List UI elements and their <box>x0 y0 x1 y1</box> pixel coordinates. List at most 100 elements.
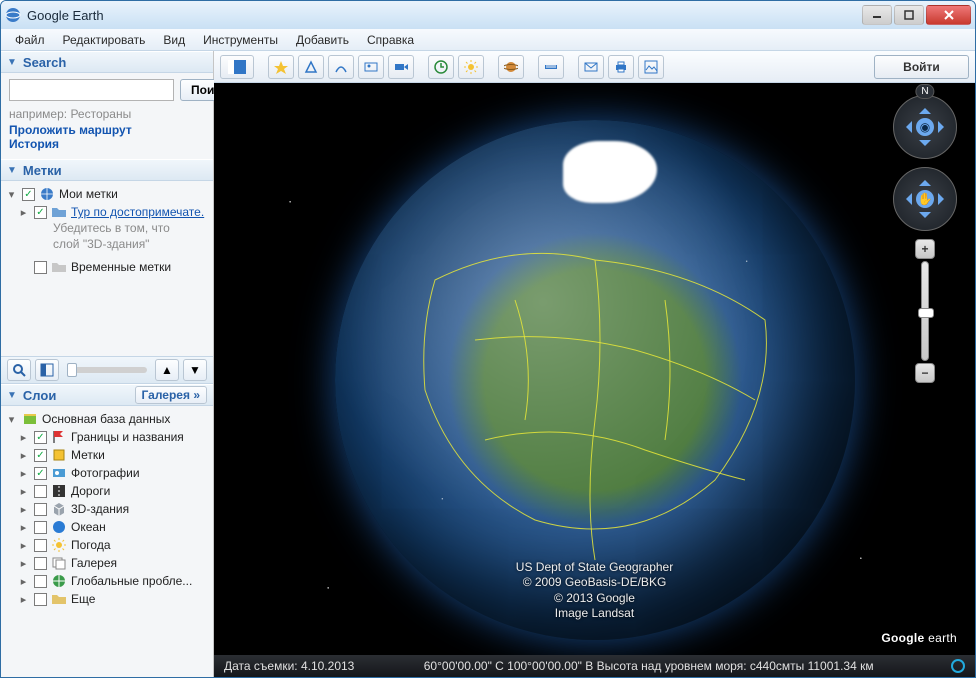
list-item[interactable]: ▸Глобальные пробле... <box>17 572 209 590</box>
checkbox[interactable] <box>34 449 47 462</box>
expand-icon[interactable]: ▸ <box>17 575 30 588</box>
pan-right[interactable] <box>938 193 950 205</box>
down-button[interactable]: ▼ <box>183 359 207 381</box>
checkbox[interactable] <box>34 575 47 588</box>
expand-icon[interactable]: ▸ <box>17 539 30 552</box>
list-item[interactable]: ▾ Основная база данных <box>5 410 209 428</box>
expand-icon[interactable]: ▸ <box>17 521 30 534</box>
expand-icon[interactable]: ▾ <box>5 188 18 201</box>
image-overlay-button[interactable] <box>358 55 384 79</box>
checkbox[interactable] <box>34 557 47 570</box>
look-left[interactable] <box>900 121 912 133</box>
checkbox[interactable] <box>22 188 35 201</box>
pan-up[interactable] <box>919 174 931 186</box>
menu-view[interactable]: Вид <box>155 31 193 49</box>
expand-icon[interactable]: ▸ <box>17 503 30 516</box>
sidebar-toggle-button[interactable] <box>220 55 254 79</box>
directions-link[interactable]: Проложить маршрут <box>9 123 132 137</box>
zoom-slider[interactable] <box>921 261 929 361</box>
places-panel-header[interactable]: ▼ Метки <box>1 159 213 181</box>
list-item[interactable]: ▸Еще <box>17 590 209 608</box>
maximize-button[interactable] <box>894 5 924 25</box>
look-right[interactable] <box>938 121 950 133</box>
list-item[interactable]: ▸Фотографии <box>17 464 209 482</box>
checkbox[interactable] <box>34 206 47 219</box>
search-input[interactable] <box>9 79 174 101</box>
map-canvas[interactable]: US Dept of State Geographer © 2009 GeoBa… <box>214 83 975 677</box>
zoom-out-button[interactable]: − <box>915 363 935 383</box>
history-button[interactable] <box>428 55 454 79</box>
record-tour-button[interactable] <box>388 55 414 79</box>
list-item[interactable]: ▸Галерея <box>17 554 209 572</box>
checkbox[interactable] <box>34 261 47 274</box>
expand-icon[interactable]: ▾ <box>5 413 18 426</box>
close-button[interactable] <box>926 5 971 25</box>
email-button[interactable] <box>578 55 604 79</box>
road-icon <box>51 483 67 499</box>
expand-icon[interactable]: ▸ <box>17 467 30 480</box>
list-item[interactable]: ▸Дороги <box>17 482 209 500</box>
checkbox[interactable] <box>34 467 47 480</box>
minimize-button[interactable] <box>862 5 892 25</box>
pan-down[interactable] <box>919 212 931 224</box>
list-item[interactable]: ▾ Мои метки <box>5 185 209 203</box>
look-compass[interactable]: N ◉ <box>893 95 957 159</box>
search-panel-header[interactable]: ▼ Search <box>1 51 213 73</box>
menu-help[interactable]: Справка <box>359 31 422 49</box>
gallery-icon <box>51 555 67 571</box>
menu-edit[interactable]: Редактировать <box>55 31 154 49</box>
checkbox[interactable] <box>34 539 47 552</box>
list-item[interactable]: ▸Границы и названия <box>17 428 209 446</box>
up-button[interactable]: ▲ <box>155 359 179 381</box>
toggle-panel-button[interactable] <box>35 359 59 381</box>
checkbox[interactable] <box>34 593 47 606</box>
expand-icon[interactable]: ▸ <box>17 485 30 498</box>
label[interactable]: Тур по достопримечате. <box>71 205 204 219</box>
path-button[interactable] <box>328 55 354 79</box>
expand-icon[interactable]: ▸ <box>17 593 30 606</box>
eye-icon[interactable]: ◉ <box>916 118 934 136</box>
save-image-button[interactable] <box>638 55 664 79</box>
list-item[interactable]: ▸ 3D-здания <box>17 500 209 518</box>
planet-button[interactable] <box>498 55 524 79</box>
list-item[interactable]: ▸Метки <box>17 446 209 464</box>
expand-icon[interactable]: ▸ <box>17 206 30 219</box>
find-button[interactable] <box>7 359 31 381</box>
list-item[interactable]: ▸Океан <box>17 518 209 536</box>
checkbox[interactable] <box>34 485 47 498</box>
sidebar: ▼ Search Поиск например: Рестораны Проло… <box>1 51 214 677</box>
history-link[interactable]: История <box>9 137 59 151</box>
signin-button[interactable]: Войти <box>874 55 969 79</box>
placemark-button[interactable] <box>268 55 294 79</box>
list-item[interactable]: ▸ Тур по достопримечате. <box>17 203 209 221</box>
layers-tree: ▾ Основная база данных ▸Границы и назван… <box>1 406 213 677</box>
list-item[interactable]: Временные метки <box>17 258 209 276</box>
look-up[interactable] <box>919 102 931 114</box>
pan-control[interactable]: ✋ <box>893 167 957 231</box>
opacity-slider[interactable] <box>67 367 147 373</box>
zoom-in-button[interactable]: + <box>915 239 935 259</box>
pan-left[interactable] <box>900 193 912 205</box>
checkbox[interactable] <box>34 521 47 534</box>
earth-globe[interactable] <box>335 120 855 640</box>
folder-icon <box>51 591 67 607</box>
sun-button[interactable] <box>458 55 484 79</box>
expand-icon[interactable]: ▸ <box>17 557 30 570</box>
menu-add[interactable]: Добавить <box>288 31 357 49</box>
list-item[interactable]: ▸Погода <box>17 536 209 554</box>
expand-icon[interactable]: ▸ <box>17 431 30 444</box>
hand-icon[interactable]: ✋ <box>916 190 934 208</box>
ruler-button[interactable] <box>538 55 564 79</box>
label: 3D-здания <box>71 502 129 516</box>
polygon-button[interactable] <box>298 55 324 79</box>
menu-tools[interactable]: Инструменты <box>195 31 286 49</box>
gallery-button[interactable]: Галерея » <box>135 386 207 404</box>
look-down[interactable] <box>919 140 931 152</box>
checkbox[interactable] <box>34 431 47 444</box>
expand-icon[interactable]: ▸ <box>17 449 30 462</box>
menu-file[interactable]: Файл <box>7 31 53 49</box>
print-button[interactable] <box>608 55 634 79</box>
layers-panel-header[interactable]: ▼ Слои Галерея » <box>1 384 213 406</box>
north-label[interactable]: N <box>915 84 934 99</box>
checkbox[interactable] <box>34 503 47 516</box>
